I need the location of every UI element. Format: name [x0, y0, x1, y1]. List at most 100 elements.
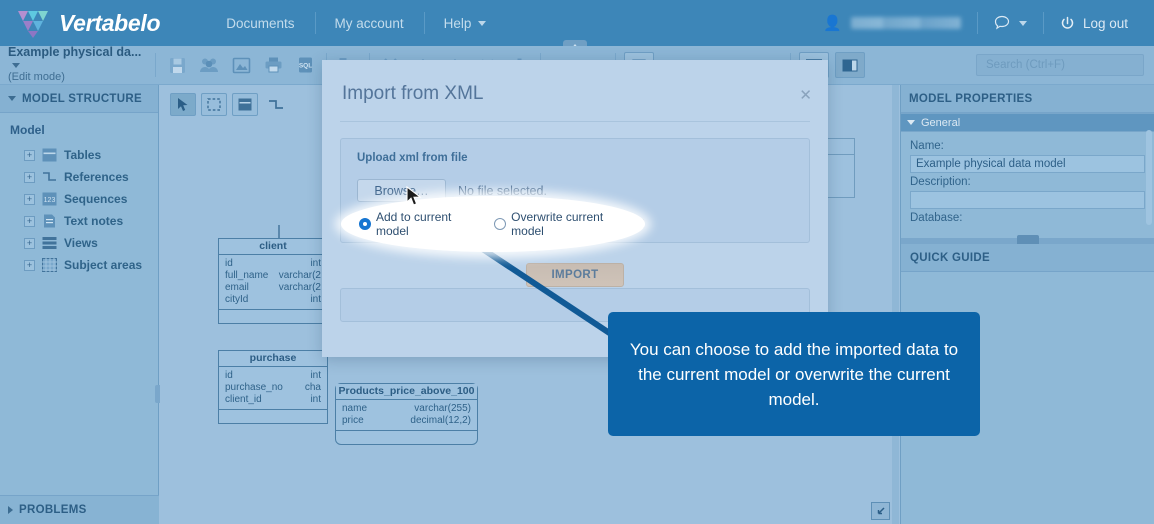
- sidebar-item-sequences-label: Sequences: [64, 192, 128, 206]
- radio-button-icon[interactable]: [359, 218, 371, 230]
- pointer-tool[interactable]: [170, 93, 196, 116]
- sidebar-item-views[interactable]: + Views: [10, 232, 158, 254]
- view-footer: [336, 430, 477, 444]
- problems-label: PROBLEMS: [19, 504, 87, 516]
- expander-icon[interactable]: +: [24, 237, 35, 249]
- reference-icon: [42, 170, 57, 184]
- document-title-dropdown[interactable]: Example physical da... (Edit mode): [0, 46, 150, 84]
- name-field[interactable]: [910, 155, 1145, 173]
- nav-item-my-account[interactable]: My account: [314, 0, 424, 46]
- chat-menu-button[interactable]: [978, 0, 1043, 46]
- share-users-icon[interactable]: [195, 52, 223, 78]
- model-structure-header[interactable]: MODEL STRUCTURE: [0, 85, 158, 113]
- print-icon[interactable]: [259, 52, 287, 78]
- general-section-body: Name: Description: Database:: [901, 132, 1154, 224]
- chevron-down-icon: [12, 63, 20, 69]
- fit-to-screen-icon[interactable]: [871, 502, 890, 520]
- expander-icon[interactable]: +: [24, 193, 35, 205]
- sidebar-item-subject-areas-label: Subject areas: [64, 258, 143, 272]
- chevron-right-icon: [8, 506, 13, 514]
- primary-nav: Documents My account Help: [206, 0, 506, 46]
- table-row: purchase_no cha: [219, 382, 327, 394]
- highlight-radio-overwrite-label: Overwrite current model: [511, 210, 604, 238]
- general-section-header[interactable]: General: [901, 113, 1154, 132]
- sidebar-item-references[interactable]: + References: [10, 166, 158, 188]
- table-row: client_id int: [219, 394, 327, 406]
- canvas-vertical-scrollbar[interactable]: [892, 85, 899, 524]
- radio-button-icon[interactable]: [494, 218, 507, 230]
- general-section-label: General: [921, 116, 961, 129]
- close-icon[interactable]: ✕: [799, 86, 812, 104]
- column-name: price: [342, 415, 364, 426]
- sidebar-item-references-label: References: [64, 170, 129, 184]
- view-title: Products_price_above_100: [336, 384, 477, 400]
- expander-icon[interactable]: +: [24, 215, 35, 227]
- view-node-products-price-above-100[interactable]: Products_price_above_100 name varchar(25…: [335, 383, 478, 445]
- toolbar-divider: [155, 53, 156, 77]
- tree-root-label: Model: [10, 123, 45, 137]
- highlight-radio-add-label: Add to current model: [376, 210, 452, 238]
- table-row: price decimal(12,2): [336, 415, 477, 427]
- expander-icon[interactable]: +: [24, 149, 35, 161]
- note-icon: [42, 214, 57, 228]
- column-type: int: [310, 294, 321, 305]
- search-input-wrapper[interactable]: [976, 54, 1144, 76]
- table-node-client[interactable]: client id int full_name varchar(2 email …: [218, 238, 328, 324]
- user-icon: 👤: [823, 15, 842, 32]
- table-row: email varchar(2: [219, 282, 327, 294]
- model-properties-header[interactable]: MODEL PROPERTIES: [901, 85, 1154, 113]
- nav-item-my-account-label: My account: [334, 15, 404, 31]
- model-tree: Model + Tables + References + 123 Sequen…: [0, 113, 158, 276]
- brand-logo[interactable]: Vertabelo: [0, 8, 161, 38]
- highlight-radio-add-to-current-model[interactable]: Add to current model: [359, 210, 480, 238]
- new-table-tool[interactable]: [232, 93, 258, 116]
- description-field-label: Description:: [910, 176, 971, 188]
- model-properties-panel: MODEL PROPERTIES General Name: Descripti…: [900, 85, 1154, 524]
- brand-name: Vertabelo: [59, 9, 161, 36]
- logout-button[interactable]: Log out: [1044, 0, 1144, 46]
- expander-icon[interactable]: +: [24, 259, 35, 271]
- sidebar-item-sequences[interactable]: + 123 Sequences: [10, 188, 158, 210]
- panel-split-icon[interactable]: [835, 52, 865, 78]
- model-properties-title: MODEL PROPERTIES: [909, 92, 1033, 105]
- new-reference-tool[interactable]: [263, 93, 289, 116]
- table-node-purchase[interactable]: purchase id int purchase_no cha client_i…: [218, 350, 328, 424]
- document-mode-label: (Edit mode): [8, 71, 65, 84]
- sidebar-item-subject-areas[interactable]: + Subject areas: [10, 254, 158, 276]
- column-name: id: [225, 258, 233, 269]
- nav-item-documents[interactable]: Documents: [206, 0, 314, 46]
- svg-text:SQL: SQL: [298, 63, 311, 70]
- sql-script-icon[interactable]: SQL: [291, 52, 319, 78]
- expander-icon[interactable]: +: [24, 171, 35, 183]
- properties-scrollbar[interactable]: [1146, 130, 1152, 225]
- nav-item-help[interactable]: Help: [423, 0, 507, 46]
- export-image-icon[interactable]: [227, 52, 255, 78]
- description-field[interactable]: [910, 191, 1145, 209]
- highlight-radio-overwrite-current-model[interactable]: Overwrite current model: [494, 210, 631, 238]
- callout-text: You can choose to add the imported data …: [629, 339, 959, 409]
- save-icon[interactable]: [163, 52, 191, 78]
- table-columns: id int full_name varchar(2 email varchar…: [219, 255, 327, 309]
- model-structure-title: MODEL STRUCTURE: [22, 92, 142, 105]
- table-row: cityId int: [219, 294, 327, 306]
- column-type: varchar(255): [414, 403, 471, 414]
- instruction-callout: You can choose to add the imported data …: [608, 312, 980, 436]
- sidebar-item-tables[interactable]: + Tables: [10, 144, 158, 166]
- table-icon: [42, 148, 57, 162]
- sidebar-item-text-notes[interactable]: + Text notes: [10, 210, 158, 232]
- search-input[interactable]: [984, 58, 1136, 72]
- sidebar-item-text-notes-label: Text notes: [64, 214, 124, 228]
- quick-guide-header[interactable]: QUICK GUIDE: [901, 244, 1154, 272]
- logout-label: Log out: [1082, 15, 1128, 31]
- chevron-down-icon: [1018, 20, 1027, 26]
- column-name: id: [225, 370, 233, 381]
- marquee-select-tool[interactable]: [201, 93, 227, 116]
- user-account-button[interactable]: 👤: [807, 0, 977, 46]
- problems-panel-header[interactable]: PROBLEMS: [0, 495, 159, 524]
- canvas-tool-palette: [170, 93, 289, 116]
- column-name: name: [342, 403, 368, 414]
- dialog-divider: [340, 121, 810, 122]
- name-field-label: Name:: [910, 140, 944, 152]
- power-icon: [1061, 16, 1074, 29]
- column-name: purchase_no: [225, 382, 283, 393]
